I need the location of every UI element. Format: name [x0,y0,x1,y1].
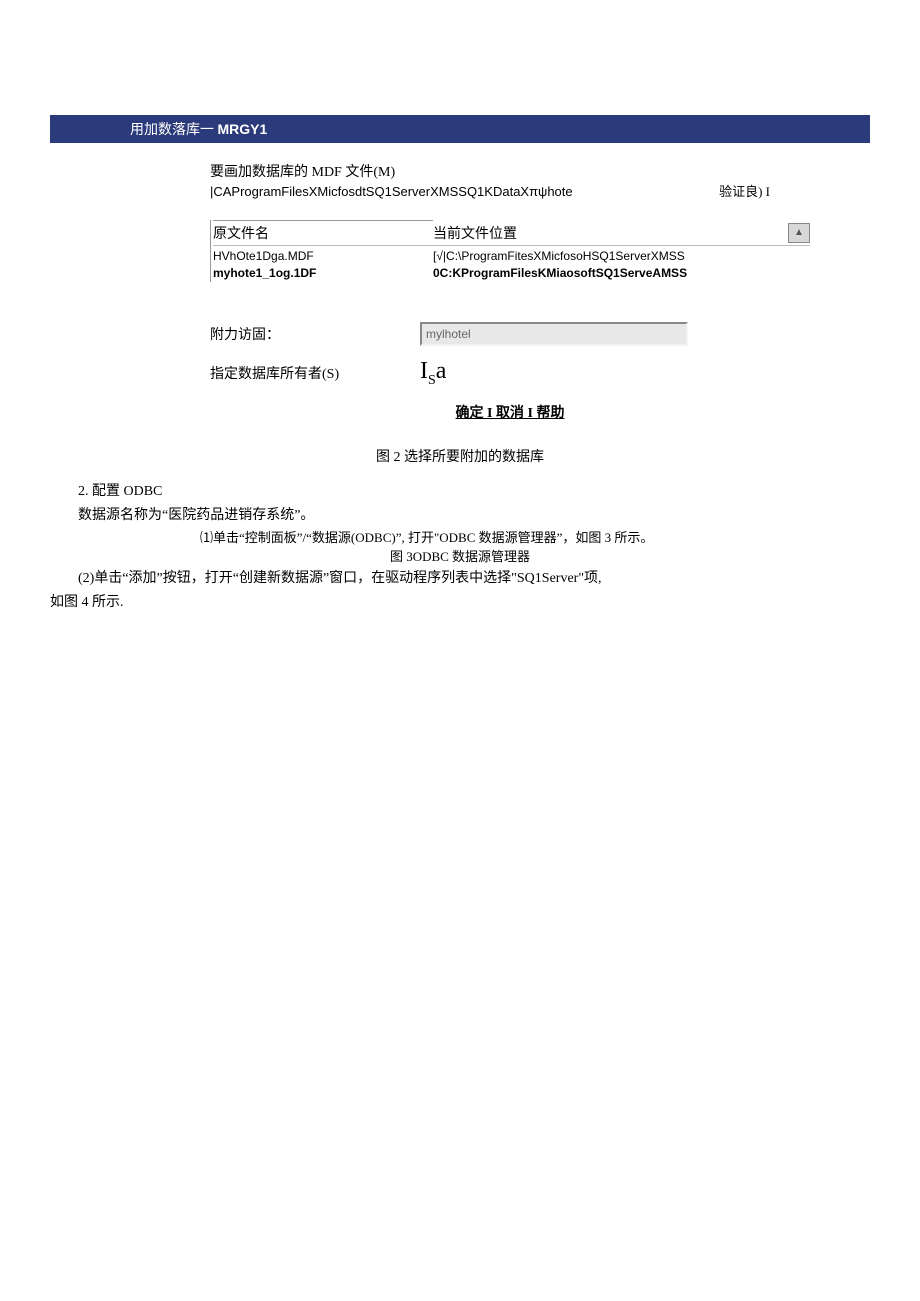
db-owner-value[interactable]: ISa [420,358,446,389]
dialog-button-row[interactable]: 确定 I 取消 I 帮助 [210,402,810,422]
verify-button-label[interactable]: 验证良) I [719,181,770,200]
table-row: HVhOte1Dga.MDF myhote1_1og.1DF [√|C:\Pro… [213,245,810,282]
figure-2-caption: 图 2 选择所要附加的数据库 [50,446,870,466]
column-header-location: 当前文件位置 [433,221,788,245]
column-header-original: 原文件名 [213,220,433,245]
section-2-heading: 2. 配置 ODBC [50,480,870,504]
step-2-text: (2)单击“添加”按钮，打开“创建新数据源”窗口，在驱动程序列表中选择"SQ1S… [50,567,870,591]
scroll-up-icon[interactable]: ▲ [788,223,810,243]
mdf-file-label: 要画加数据库的 MDF 文件(M) [210,161,810,181]
attach-as-label: 附力访固： [210,324,420,344]
attach-as-input[interactable]: mylhotel [420,322,688,346]
step-2-text-cont: 如图 4 所示. [50,591,870,615]
datasource-name-text: 数据源名称为“医院药品进销存系统”。 [50,504,870,528]
db-owner-label: 指定数据库所有者(S) [210,363,420,383]
file-table: 原文件名 当前文件位置 ▲ HVhOte1Dga.MDF myhote1_1og… [210,220,810,282]
step-1-text: ⑴单击“控制面板”/“数据源(ODBC)”, 打开"ODBC 数据源管理器”，如… [50,528,870,548]
mdf-path-value: |CAProgramFilesXMicfosdtSQ1ServerXMSSQ1K… [210,184,573,199]
dialog-title-bar: 用加数落库一 MRGY1 [50,115,870,143]
title-id: MRGY1 [218,121,268,137]
cell-current-location: [√|C:\ProgramFitesXMicfosoHSQ1ServerXMSS… [433,248,810,282]
title-prefix: 用加数落库一 [130,123,218,138]
figure-3-caption: 图 3ODBC 数据源管理器 [50,547,870,567]
table-header-row: 原文件名 当前文件位置 ▲ [213,220,810,245]
cell-original-filename: HVhOte1Dga.MDF myhote1_1og.1DF [213,248,433,282]
dialog-body: 要画加数据库的 MDF 文件(M) |CAProgramFilesXMicfos… [50,143,870,432]
